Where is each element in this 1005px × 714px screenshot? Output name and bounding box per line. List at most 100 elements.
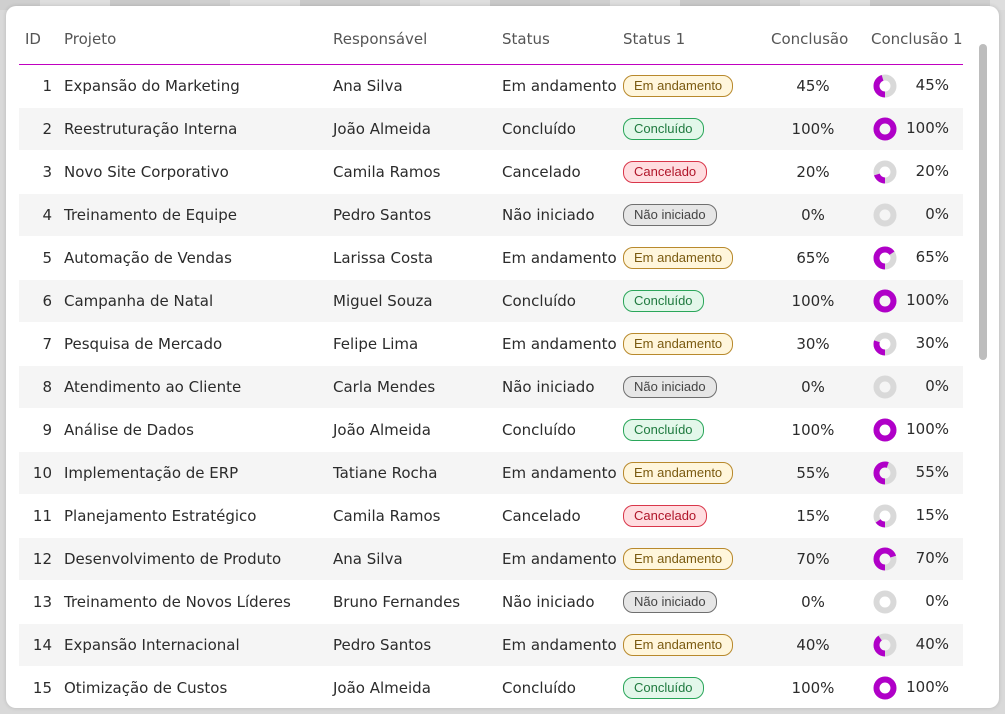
column-header-status[interactable]: Status	[502, 13, 623, 65]
status-badge: Concluído	[623, 118, 704, 140]
cell-completion-1: 100%	[863, 279, 963, 323]
status-badge: Em andamento	[623, 548, 734, 570]
cell-owner: João Almeida	[333, 107, 502, 151]
progress-donut	[873, 418, 897, 442]
progress-label: 0%	[925, 592, 949, 610]
table-row[interactable]: 1 Expansão do Marketing Ana Silva Em andame…	[19, 64, 963, 108]
progress-donut-fill	[873, 117, 897, 141]
progress-label: 45%	[915, 76, 949, 94]
table-row[interactable]: 13 Treinamento de Novos Líderes Bruno Fern…	[19, 580, 963, 624]
cell-completion: 0%	[763, 193, 863, 237]
cell-id: 10	[19, 451, 64, 495]
cell-owner: Carla Mendes	[333, 365, 502, 409]
status-badge: Cancelado	[623, 161, 708, 183]
cell-project: Análise de Dados	[64, 408, 333, 452]
progress-label: 40%	[915, 635, 949, 653]
cell-completion-1: 40%	[863, 623, 963, 667]
cell-status-1: Em andamento	[623, 451, 763, 495]
cell-completion: 65%	[763, 236, 863, 280]
table-row[interactable]: 7 Pesquisa de Mercado Felipe Lima Em andame…	[19, 322, 963, 366]
cell-id: 2	[19, 107, 64, 151]
cell-id: 4	[19, 193, 64, 237]
vertical-scrollbar[interactable]	[979, 44, 987, 360]
table-row[interactable]: 8 Atendimento ao Cliente Carla Mendes Não i…	[19, 365, 963, 409]
progress-label: 15%	[915, 506, 949, 524]
table-row[interactable]: 2 Reestruturação Interna João Almeida Concl…	[19, 107, 963, 151]
table-row[interactable]: 9 Análise de Dados João Almeida Concluído Co…	[19, 408, 963, 452]
cell-project: Treinamento de Novos Líderes	[64, 580, 333, 624]
table-row[interactable]: 14 Expansão Internacional Pedro Santos Em a…	[19, 623, 963, 667]
progress-donut	[873, 160, 897, 184]
cell-owner: João Almeida	[333, 666, 502, 708]
projects-table: ID Projeto Responsável Status Status 1 C…	[19, 13, 963, 708]
cell-id: 14	[19, 623, 64, 667]
cell-id: 6	[19, 279, 64, 323]
cell-status-1: Em andamento	[623, 623, 763, 667]
cell-status: Concluído	[502, 666, 623, 708]
progress-label: 20%	[915, 162, 949, 180]
cell-project: Novo Site Corporativo	[64, 150, 333, 194]
cell-completion-1: 100%	[863, 666, 963, 708]
cell-status: Cancelado	[502, 150, 623, 194]
cell-owner: Camila Ramos	[333, 150, 502, 194]
table-row[interactable]: 3 Novo Site Corporativo Camila Ramos Cancel…	[19, 150, 963, 194]
cell-status-1: Em andamento	[623, 322, 763, 366]
cell-completion-1: 30%	[863, 322, 963, 366]
table-row[interactable]: 6 Campanha de Natal Miguel Souza Concluído C…	[19, 279, 963, 323]
table-row[interactable]: 12 Desenvolvimento de Produto Ana Silva Em …	[19, 537, 963, 581]
cell-project: Desenvolvimento de Produto	[64, 537, 333, 581]
cell-project: Expansão Internacional	[64, 623, 333, 667]
status-badge: Concluído	[623, 290, 704, 312]
cell-completion: 15%	[763, 494, 863, 538]
cell-owner: Ana Silva	[333, 64, 502, 108]
progress-label: 0%	[925, 377, 949, 395]
cell-completion: 30%	[763, 322, 863, 366]
cell-id: 7	[19, 322, 64, 366]
table-row[interactable]: 4 Treinamento de Equipe Pedro Santos Não in…	[19, 193, 963, 237]
header-row: ID Projeto Responsável Status Status 1 C…	[19, 13, 963, 65]
progress-donut	[873, 547, 897, 571]
column-header-completion-1[interactable]: Conclusão 1	[863, 13, 963, 65]
progress-donut	[873, 246, 897, 270]
progress-donut	[873, 332, 897, 356]
cell-status-1: Não iniciado	[623, 580, 763, 624]
progress-donut-track	[873, 203, 897, 227]
cell-completion: 45%	[763, 64, 863, 108]
cell-completion-1: 100%	[863, 408, 963, 452]
table-row[interactable]: 11 Planejamento Estratégico Camila Ramos Ca…	[19, 494, 963, 538]
cell-status: Em andamento	[502, 322, 623, 366]
progress-label: 30%	[915, 334, 949, 352]
progress-donut	[873, 74, 897, 98]
column-header-status-1[interactable]: Status 1	[623, 13, 763, 65]
cell-status: Cancelado	[502, 494, 623, 538]
table-row[interactable]: 15 Otimização de Custos João Almeida Conclu…	[19, 666, 963, 708]
status-badge: Não iniciado	[623, 204, 717, 226]
cell-status: Em andamento	[502, 64, 623, 108]
cell-completion-1: 65%	[863, 236, 963, 280]
cell-completion: 100%	[763, 666, 863, 708]
progress-label: 100%	[906, 291, 949, 309]
cell-completion-1: 0%	[863, 365, 963, 409]
column-header-id[interactable]: ID	[19, 13, 64, 65]
table-row[interactable]: 10 Implementação de ERP Tatiane Rocha Em an…	[19, 451, 963, 495]
cell-id: 3	[19, 150, 64, 194]
cell-status-1: Concluído	[623, 666, 763, 708]
column-header-project[interactable]: Projeto	[64, 13, 333, 65]
cell-completion: 100%	[763, 107, 863, 151]
cell-id: 5	[19, 236, 64, 280]
cell-status-1: Concluído	[623, 408, 763, 452]
cell-owner: Felipe Lima	[333, 322, 502, 366]
column-header-completion[interactable]: Conclusão	[763, 13, 863, 65]
cell-project: Campanha de Natal	[64, 279, 333, 323]
table-row[interactable]: 5 Automação de Vendas Larissa Costa Em anda…	[19, 236, 963, 280]
status-badge: Cancelado	[623, 505, 708, 527]
cell-project: Pesquisa de Mercado	[64, 322, 333, 366]
cell-owner: Ana Silva	[333, 537, 502, 581]
cell-completion: 20%	[763, 150, 863, 194]
cell-status: Em andamento	[502, 623, 623, 667]
column-header-owner[interactable]: Responsável	[333, 13, 502, 65]
cell-owner: Miguel Souza	[333, 279, 502, 323]
cell-completion: 0%	[763, 365, 863, 409]
cell-completion-1: 20%	[863, 150, 963, 194]
progress-donut	[873, 461, 897, 485]
